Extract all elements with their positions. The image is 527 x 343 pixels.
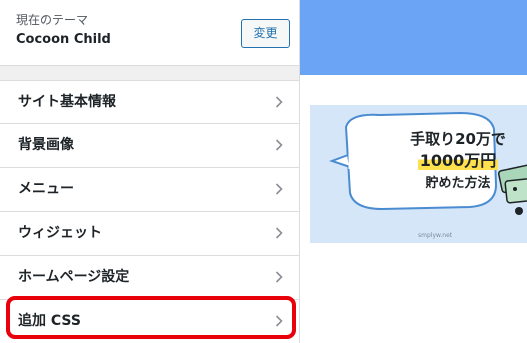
current-theme-section: 現在のテーマ Cocoon Child 変更 xyxy=(0,0,299,66)
menu-item-label: メニュー xyxy=(18,181,74,197)
menu-item-label: ウィジェット xyxy=(18,225,102,241)
menu-item-label: 背景画像 xyxy=(18,137,74,153)
banner-line-1: 手取り20万で xyxy=(410,130,506,148)
site-preview-header xyxy=(300,0,527,75)
chevron-right-icon xyxy=(275,227,283,239)
customizer-menu: サイト基本情報 背景画像 メニュー ウィジェット ホームページ設定 追加 CSS xyxy=(0,80,299,343)
menu-item-widgets[interactable]: ウィジェット xyxy=(0,212,299,256)
banner-line-3: 貯めた方法 xyxy=(425,176,491,191)
money-stack-icon xyxy=(497,162,527,215)
menu-item-label: ホームページ設定 xyxy=(18,269,130,285)
chevron-right-icon xyxy=(275,271,283,283)
menu-item-additional-css[interactable]: 追加 CSS xyxy=(0,300,299,343)
change-theme-button[interactable]: 変更 xyxy=(241,19,290,48)
menu-item-label: サイト基本情報 xyxy=(18,94,116,110)
banner-highlight-text: 1000万円 xyxy=(417,151,499,170)
chevron-right-icon xyxy=(275,139,283,151)
current-theme-name: Cocoon Child xyxy=(16,32,111,47)
chevron-right-icon xyxy=(275,315,283,327)
menu-item-menus[interactable]: メニュー xyxy=(0,168,299,212)
menu-item-homepage-settings[interactable]: ホームページ設定 xyxy=(0,256,299,300)
chevron-right-icon xyxy=(275,183,283,195)
customizer-panel: 現在のテーマ Cocoon Child 変更 サイト基本情報 背景画像 メニュー… xyxy=(0,0,300,343)
menu-item-label: 追加 CSS xyxy=(18,313,81,329)
preview-banner-image[interactable]: 手取り20万で 1000万円 貯めた方法 smplyw.net xyxy=(310,105,527,243)
menu-item-site-identity[interactable]: サイト基本情報 xyxy=(0,80,299,124)
banner-site-url: smplyw.net xyxy=(418,232,453,239)
current-theme-label: 現在のテーマ xyxy=(16,13,89,27)
chevron-right-icon xyxy=(275,96,283,108)
banner-line-2: 1000万円 xyxy=(378,151,527,171)
menu-item-background-image[interactable]: 背景画像 xyxy=(0,124,299,168)
